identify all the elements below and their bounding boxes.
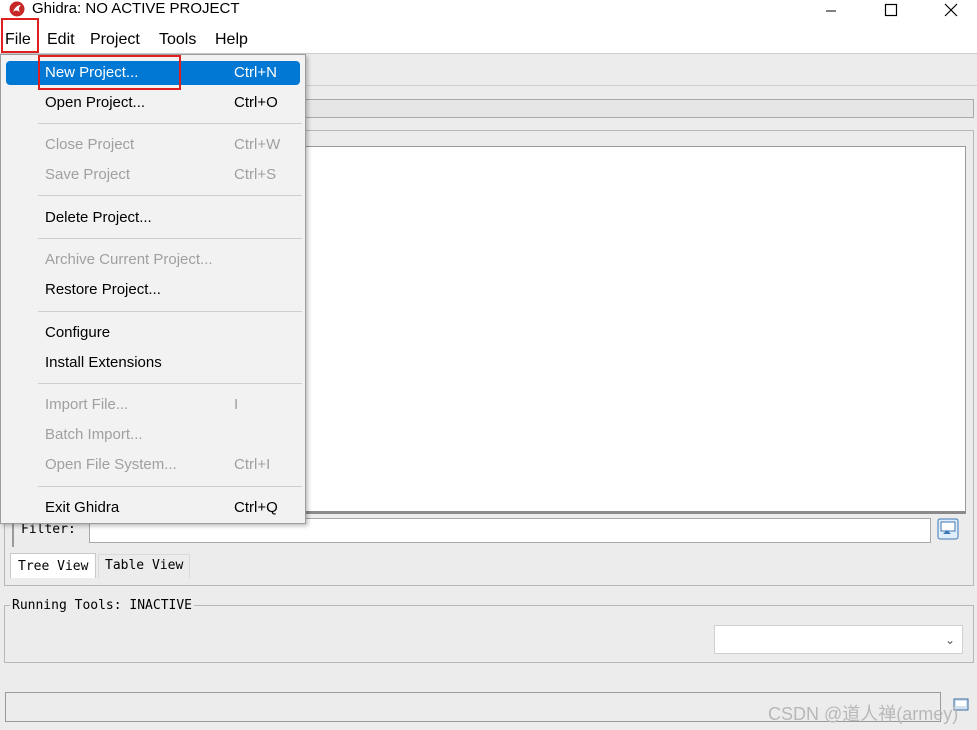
window-title: Ghidra: NO ACTIVE PROJECT — [32, 0, 240, 17]
ghidra-dragon-icon — [9, 1, 25, 17]
menu-item-restore-project[interactable]: Restore Project... — [6, 278, 300, 302]
menu-item-open-project[interactable]: Open Project... Ctrl+O — [6, 91, 300, 115]
menu-item-delete-project[interactable]: Delete Project... — [6, 206, 300, 230]
menu-item-install-extensions[interactable]: Install Extensions — [6, 351, 300, 375]
menu-edit[interactable]: Edit — [47, 31, 75, 49]
maximize-button[interactable] — [868, 0, 914, 20]
menu-tools[interactable]: Tools — [159, 31, 196, 49]
running-tools-select[interactable]: ⌄ — [714, 625, 963, 654]
menu-item-shortcut: Ctrl+N — [234, 64, 277, 81]
menu-separator — [38, 311, 302, 312]
menu-item-shortcut: Ctrl+O — [234, 94, 278, 111]
menu-item-open-file-system: Open File System... Ctrl+I — [6, 453, 300, 477]
menu-bar: File Edit Project Tools Help — [0, 24, 977, 54]
menu-item-archive-current-project: Archive Current Project... — [6, 248, 300, 272]
menu-item-exit-ghidra[interactable]: Exit Ghidra Ctrl+Q — [6, 496, 300, 520]
menu-item-label: Close Project — [45, 136, 135, 153]
menu-separator — [38, 123, 302, 124]
minimize-icon — [826, 10, 836, 12]
active-project-bar — [300, 99, 974, 118]
tab-table-view[interactable]: Table View — [98, 554, 190, 578]
menu-item-label: Batch Import... — [45, 426, 143, 443]
file-menu-dropdown: New Project... Ctrl+N Open Project... Ct… — [0, 54, 306, 524]
menu-item-shortcut: Ctrl+W — [234, 136, 281, 153]
menu-item-label: Import File... — [45, 396, 129, 413]
menu-help[interactable]: Help — [215, 31, 248, 49]
watermark: CSDN @道人禅(armey) — [768, 704, 959, 724]
menu-item-save-project: Save Project Ctrl+S — [6, 163, 300, 187]
file-menu-highlight-box — [1, 18, 39, 53]
menu-item-label: Open Project... — [45, 94, 146, 111]
filter-label: Filter: — [21, 522, 76, 537]
tab-tree-view[interactable]: Tree View — [10, 553, 96, 578]
menu-item-configure[interactable]: Configure — [6, 321, 300, 345]
menu-item-label: Restore Project... — [45, 281, 161, 298]
chevron-down-icon: ⌄ — [944, 633, 955, 647]
menu-item-shortcut: Ctrl+I — [234, 456, 271, 473]
menu-item-label: Configure — [45, 324, 111, 341]
menu-item-shortcut: Ctrl+S — [234, 166, 277, 183]
menu-item-import-file: Import File... I — [6, 393, 300, 417]
filter-options-icon[interactable] — [937, 518, 959, 540]
menu-separator — [38, 486, 302, 487]
menu-separator — [38, 195, 302, 196]
close-button[interactable] — [928, 0, 974, 20]
menu-item-label: Save Project — [45, 166, 131, 183]
menu-separator — [38, 383, 302, 384]
menu-item-shortcut: I — [234, 396, 239, 413]
new-project-highlight-box — [38, 55, 181, 90]
menu-separator — [38, 238, 302, 239]
menu-item-label: Archive Current Project... — [45, 251, 213, 268]
menu-project[interactable]: Project — [90, 31, 140, 49]
running-tools-label: Running Tools: INACTIVE — [10, 598, 195, 613]
menu-item-label: Install Extensions — [45, 354, 162, 371]
menu-item-label: Delete Project... — [45, 209, 152, 226]
project-tree[interactable] — [300, 146, 966, 514]
menu-item-label: Open File System... — [45, 456, 177, 473]
menu-item-shortcut: Ctrl+Q — [234, 499, 278, 516]
close-icon — [944, 3, 958, 17]
menu-item-close-project: Close Project Ctrl+W — [6, 133, 300, 157]
maximize-icon — [884, 3, 898, 17]
menu-item-label: Exit Ghidra — [45, 499, 120, 516]
menu-item-batch-import: Batch Import... — [6, 423, 300, 447]
minimize-button[interactable] — [808, 0, 854, 20]
